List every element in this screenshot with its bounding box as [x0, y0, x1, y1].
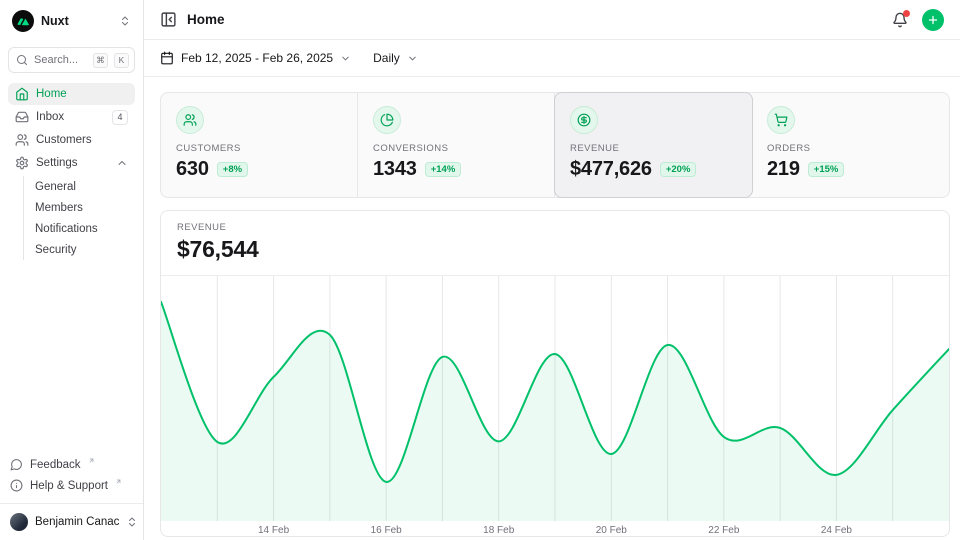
gear-icon: [15, 156, 29, 170]
sidebar-item-home[interactable]: Home: [8, 83, 135, 105]
home-icon: [15, 87, 29, 101]
revenue-area-chart[interactable]: [161, 276, 949, 521]
stat-delta-badge: +8%: [217, 162, 248, 178]
sidebar-item-general[interactable]: General: [35, 176, 135, 197]
topbar: Home: [144, 0, 960, 40]
x-axis-tick-label: 22 Feb: [708, 525, 739, 536]
chevrons-up-down-icon: [119, 15, 131, 27]
stat-delta-badge: +14%: [425, 162, 462, 178]
content: CUSTOMERS 630 +8% CONVERSIONS 1343 +14%: [144, 77, 960, 537]
notifications-button[interactable]: [892, 12, 908, 28]
x-axis-tick-label: 16 Feb: [371, 525, 402, 536]
stats-grid: CUSTOMERS 630 +8% CONVERSIONS 1343 +14%: [160, 92, 950, 198]
chat-bubble-icon: [10, 458, 23, 471]
stat-delta-badge: +15%: [808, 162, 845, 178]
workspace-name: Nuxt: [41, 14, 112, 28]
sidebar: Nuxt Search... ⌘ K Home Inbox 4: [0, 0, 144, 540]
stat-value: 630: [176, 158, 209, 181]
stat-label: ORDERS: [767, 143, 934, 154]
chevron-down-icon: [340, 53, 351, 64]
stat-card-conversions[interactable]: CONVERSIONS 1343 +14%: [358, 93, 555, 197]
x-axis-tick-label: 20 Feb: [596, 525, 627, 536]
add-button[interactable]: [922, 9, 944, 31]
stat-value: 1343: [373, 158, 417, 181]
sidebar-nav: Home Inbox 4 Customers Settings Genera: [8, 83, 135, 262]
date-range-picker[interactable]: Feb 12, 2025 - Feb 26, 2025: [160, 51, 351, 65]
kbd-cmd: ⌘: [93, 53, 108, 68]
inbox-count-badge: 4: [112, 110, 128, 125]
nuxt-logo-icon: [12, 10, 34, 32]
stat-label: CUSTOMERS: [176, 143, 342, 154]
avatar: [10, 513, 28, 531]
calendar-icon: [160, 51, 174, 65]
shopping-cart-icon: [767, 106, 795, 134]
chart-x-axis: 14 Feb 16 Feb 18 Feb 20 Feb 22 Feb 24 Feb: [161, 521, 949, 537]
stat-value: 219: [767, 158, 800, 181]
sidebar-item-members[interactable]: Members: [35, 197, 135, 218]
search-input[interactable]: Search... ⌘ K: [8, 47, 135, 73]
chevron-down-icon: [407, 53, 418, 64]
page-title: Home: [187, 12, 892, 27]
stat-label: REVENUE: [570, 143, 737, 154]
user-menu[interactable]: Benjamin Canac: [10, 510, 133, 534]
chart-metric-label: REVENUE: [177, 222, 933, 233]
external-link-icon: [88, 457, 95, 464]
pie-chart-icon: [373, 106, 401, 134]
external-link-icon: [115, 478, 122, 485]
filter-toolbar: Feb 12, 2025 - Feb 26, 2025 Daily: [144, 40, 960, 77]
stat-value: $477,626: [570, 158, 652, 181]
revenue-chart-card: REVENUE $76,544 14 Feb 16 Feb 18 Feb 20 Feb…: [160, 210, 950, 537]
sidebar-item-inbox[interactable]: Inbox 4: [8, 106, 135, 128]
user-section: Benjamin Canac: [0, 503, 143, 536]
collapse-sidebar-button[interactable]: [160, 11, 177, 28]
sidebar-item-settings[interactable]: Settings: [8, 152, 135, 174]
sidebar-item-customers[interactable]: Customers: [8, 129, 135, 151]
notification-dot: [903, 10, 910, 17]
search-placeholder: Search...: [34, 54, 87, 66]
stat-card-customers[interactable]: CUSTOMERS 630 +8%: [161, 93, 358, 197]
stat-delta-badge: +20%: [660, 162, 697, 178]
dollar-circle-icon: [570, 106, 598, 134]
sidebar-item-feedback[interactable]: Feedback: [8, 454, 135, 475]
user-name: Benjamin Canac: [35, 516, 119, 528]
stat-card-orders[interactable]: ORDERS 219 +15%: [752, 93, 949, 197]
settings-subnav: General Members Notifications Security: [23, 176, 135, 260]
plus-icon: [927, 14, 939, 26]
granularity-select[interactable]: Daily: [373, 51, 418, 65]
main-area: Home Feb 12, 2025 - Feb 26, 2025 Daily: [144, 0, 960, 540]
chevrons-up-down-icon: [126, 516, 138, 528]
users-icon: [15, 133, 29, 147]
kbd-k: K: [114, 53, 129, 68]
x-axis-tick-label: 14 Feb: [258, 525, 289, 536]
sidebar-item-notifications[interactable]: Notifications: [35, 218, 135, 239]
stat-card-revenue[interactable]: REVENUE $477,626 +20%: [554, 92, 753, 198]
info-icon: [10, 479, 23, 492]
chart-metric-value: $76,544: [177, 236, 933, 263]
workspace-switcher[interactable]: Nuxt: [8, 8, 135, 34]
granularity-value: Daily: [373, 51, 400, 65]
x-axis-tick-label: 18 Feb: [483, 525, 514, 536]
date-range-value: Feb 12, 2025 - Feb 26, 2025: [181, 51, 333, 65]
sidebar-item-security[interactable]: Security: [35, 239, 135, 260]
stat-label: CONVERSIONS: [373, 143, 539, 154]
search-icon: [16, 54, 28, 66]
sidebar-item-help-support[interactable]: Help & Support: [8, 475, 135, 496]
chart-header: REVENUE $76,544: [161, 211, 949, 276]
x-axis-tick-label: 24 Feb: [821, 525, 852, 536]
chevron-up-icon: [116, 157, 128, 169]
inbox-icon: [15, 110, 29, 124]
users-icon: [176, 106, 204, 134]
